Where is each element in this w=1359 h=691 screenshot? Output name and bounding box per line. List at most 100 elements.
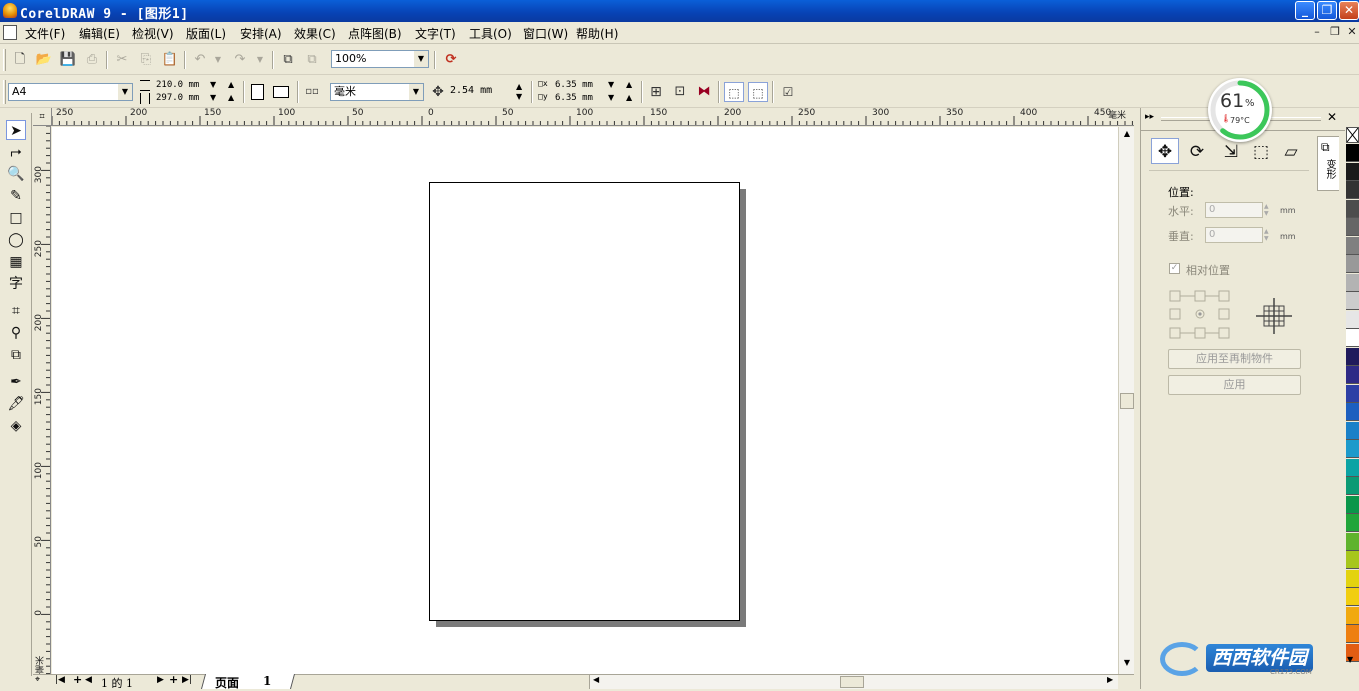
units-combo[interactable]: 毫米 ▼ [330,83,424,101]
undo-dropdown-icon[interactable]: ▼ [208,50,228,70]
menu-tools[interactable]: 工具(O) [467,25,514,42]
apply-to-duplicate-button[interactable]: 应用至再制物件 [1168,349,1301,369]
view-manager-icon[interactable]: ⌖ [35,675,40,685]
doc-restore-button[interactable]: ❐ [1328,25,1342,39]
draw-selection-icon[interactable]: ⬚ [748,82,768,102]
menu-layout[interactable]: 版面(L) [184,25,228,42]
snap-objects-icon[interactable]: ⧓ [694,82,714,102]
toolbar-grip[interactable] [3,49,6,71]
horizontal-scrollbar[interactable]: ◀ ▶ [589,675,1118,689]
corel-launcher-icon[interactable]: ⟳ [441,50,461,70]
anchor-grid[interactable] [1169,290,1231,340]
chevron-down-icon[interactable]: ▼ [414,51,428,67]
menu-bitmaps[interactable]: 点阵图(B) [346,25,404,42]
last-page-icon[interactable]: ▶| [182,675,192,685]
save-icon[interactable]: 💾 [58,50,78,70]
eyedropper-tool-icon[interactable]: ✒ [6,372,26,392]
treat-as-filled-icon[interactable]: ⬚ [724,82,744,102]
first-page-icon[interactable]: |◀ [55,675,65,685]
add-page-before-icon[interactable]: + [73,673,82,686]
drawing-page[interactable] [429,182,740,621]
color-swatch[interactable] [1346,477,1359,495]
spin-up-icon[interactable]: ▲ [228,81,234,89]
blend-tool-icon[interactable]: ⚲ [6,323,26,343]
color-swatch[interactable] [1346,495,1359,514]
scroll-left-icon[interactable]: ◀ [593,675,599,684]
rotate-tab-icon[interactable]: ⟳ [1183,138,1211,164]
color-swatch[interactable] [1346,625,1359,643]
cut-icon[interactable]: ✂ [112,50,132,70]
chevron-down-icon[interactable]: ▼ [409,84,423,100]
spin-down-icon[interactable]: ▼ [608,94,614,102]
ruler-origin[interactable]: ⌗ [33,108,52,126]
color-swatch[interactable] [1346,199,1359,218]
shape-tool-icon[interactable]: ⮣ [6,142,26,162]
color-swatch[interactable] [1346,366,1359,384]
color-swatch[interactable] [1346,292,1359,310]
color-swatch[interactable] [1346,347,1359,366]
zoom-combo[interactable]: 100% ▼ [331,50,429,68]
transparency-tool-icon[interactable]: ⧉ [6,345,26,365]
toolbar-grip[interactable] [3,80,6,104]
redo-icon[interactable]: ↷ [230,50,250,70]
page-width-field[interactable]: 210.0 mm [156,79,199,91]
color-swatch[interactable] [1346,458,1359,477]
landscape-icon[interactable] [273,86,289,98]
zoom-tool-icon[interactable]: 🔍 [6,164,26,184]
color-swatch[interactable] [1346,218,1359,236]
rectangle-tool-icon[interactable]: □ [6,208,26,228]
vertical-scrollbar[interactable]: ▲ ▼ [1118,127,1134,674]
freehand-tool-icon[interactable]: ✎ [6,186,26,206]
docker-side-tab[interactable]: ⧉ 变形 [1317,136,1339,191]
menu-effects[interactable]: 效果(C) [292,25,338,42]
vertical-ruler[interactable]: 300 250 200 150 100 50 0 毫米 [33,126,51,674]
spin-up-icon[interactable]: ▲ [516,83,522,91]
spin-down-icon[interactable]: ▼ [516,93,522,101]
menu-text[interactable]: 文字(T) [413,25,458,42]
undo-icon[interactable]: ↶ [190,50,210,70]
print-icon[interactable]: ⎙ [82,50,102,70]
spin-up-icon[interactable]: ▲ [228,94,234,102]
color-swatch[interactable] [1346,236,1359,255]
no-color-swatch[interactable] [1346,127,1359,143]
document-icon[interactable] [3,25,17,40]
horizontal-input[interactable]: 0 [1205,202,1263,218]
import-icon[interactable]: ⧉ [278,50,298,70]
doc-minimize-button[interactable]: – [1310,25,1324,39]
relative-position-checkbox[interactable]: ✓ [1169,263,1180,274]
docker-expand-icon[interactable]: ▸▸ [1145,112,1154,122]
coreldraw-app-icon[interactable] [3,3,17,18]
prev-page-icon[interactable]: ◀ [85,675,92,685]
outline-tool-icon[interactable]: 🖋 [6,394,26,414]
horizontal-ruler[interactable]: 250 200 150 100 50 0 50 100 150 200 250 300 350 400 45… [52,108,1134,126]
dup-x-field[interactable]: 6.35 mm [555,79,593,91]
horizontal-spinner-icon[interactable]: ▲ ▼ [1264,203,1269,217]
menu-edit[interactable]: 编辑(E) [77,25,122,42]
snap-guidelines-icon[interactable]: ⊡ [670,82,690,102]
scroll-thumb[interactable] [1120,393,1134,409]
spin-up-icon[interactable]: ▲ [626,94,632,102]
apply-button[interactable]: 应用 [1168,375,1301,395]
spin-up-icon[interactable]: ▲ [626,81,632,89]
color-swatch[interactable] [1346,551,1359,569]
doc-close-button[interactable]: ✕ [1345,25,1359,39]
color-swatch[interactable] [1346,440,1359,458]
dup-y-field[interactable]: 6.35 mm [555,92,593,104]
chevron-down-icon[interactable]: ▼ [118,84,132,100]
scroll-thumb[interactable] [840,676,864,688]
fill-tool-icon[interactable]: ◈ [6,416,26,436]
color-swatch[interactable] [1346,403,1359,421]
redo-dropdown-icon[interactable]: ▼ [250,50,270,70]
scroll-up-icon[interactable]: ▲ [1121,129,1133,141]
docker-close-icon[interactable]: ✕ [1327,110,1337,124]
color-swatch[interactable] [1346,310,1359,329]
color-swatch[interactable] [1346,421,1359,440]
cpu-gauge[interactable]: 61 % 🌡 79°C [1208,78,1272,142]
color-swatch[interactable] [1346,588,1359,606]
skew-tab-icon[interactable]: ▱ [1277,138,1305,164]
interactive-fill-icon[interactable]: ⌗ [6,301,26,321]
set-default-icon[interactable]: ▫▫ [302,82,322,102]
spin-down-icon[interactable]: ▼ [608,81,614,89]
color-swatch[interactable] [1346,384,1359,403]
export-icon[interactable]: ⧉ [302,50,322,70]
